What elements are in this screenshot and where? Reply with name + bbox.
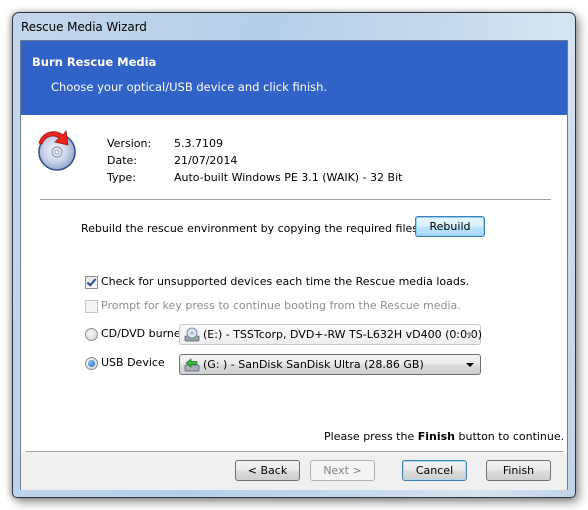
rebuild-button[interactable]: Rebuild xyxy=(415,216,485,237)
chevron-down-icon xyxy=(466,363,474,367)
finish-hint-suffix: button to continue. xyxy=(455,430,565,443)
rebuild-description: Rebuild the rescue environment by copyin… xyxy=(81,222,419,235)
back-button[interactable]: < Back xyxy=(235,460,300,481)
usb-device-select[interactable]: (G: ) - SanDisk SanDisk Ultra (28.86 GB) xyxy=(179,354,481,375)
cd-dvd-device-value: (E:) - TSSTcorp, DVD+-RW TS-L632H vD400 … xyxy=(203,328,483,341)
finish-hint-bold: Finish xyxy=(417,430,455,443)
info-row-type: Type: Auto-built Windows PE 3.1 (WAIK) -… xyxy=(107,171,437,188)
chevron-down-icon xyxy=(466,333,474,337)
optical-drive-icon xyxy=(184,327,200,342)
page-title: Burn Rescue Media xyxy=(32,55,157,69)
next-button: Next > xyxy=(310,460,375,481)
wizard-client-area: Burn Rescue Media Choose your optical/US… xyxy=(20,40,568,490)
check-unsupported-label[interactable]: Check for unsupported devices each time … xyxy=(101,275,469,288)
type-value: Auto-built Windows PE 3.1 (WAIK) - 32 Bi… xyxy=(174,171,403,184)
usb-drive-icon xyxy=(184,358,200,372)
footer-divider xyxy=(26,451,563,452)
cd-dvd-radio[interactable] xyxy=(85,328,98,341)
version-info: Version: 5.3.7109 Date: 21/07/2014 Type:… xyxy=(107,137,437,188)
cancel-button[interactable]: Cancel xyxy=(402,460,467,481)
version-label: Version: xyxy=(107,137,152,150)
title-bar[interactable]: Rescue Media Wizard xyxy=(13,13,575,41)
info-row-date: Date: 21/07/2014 xyxy=(107,154,437,171)
finish-hint-prefix: Please press the xyxy=(324,430,418,443)
prompt-key-label: Prompt for key press to continue booting… xyxy=(101,299,461,312)
disc-refresh-icon xyxy=(38,129,76,171)
wizard-window: Rescue Media Wizard Burn Rescue Media Ch… xyxy=(12,12,576,498)
usb-device-label[interactable]: USB Device xyxy=(101,356,165,369)
prompt-key-checkbox xyxy=(85,300,98,313)
version-value: 5.3.7109 xyxy=(174,137,223,150)
info-divider xyxy=(40,199,551,200)
date-label: Date: xyxy=(107,154,137,167)
finish-button[interactable]: Finish xyxy=(486,460,551,481)
info-row-version: Version: 5.3.7109 xyxy=(107,137,437,154)
page-subtitle: Choose your optical/USB device and click… xyxy=(51,80,328,94)
type-label: Type: xyxy=(107,171,136,184)
window-title: Rescue Media Wizard xyxy=(21,20,147,34)
usb-device-value: (G: ) - SanDisk SanDisk Ultra (28.86 GB) xyxy=(203,358,424,371)
finish-hint: Please press the Finish button to contin… xyxy=(324,430,564,443)
cd-dvd-device-select: (E:) - TSSTcorp, DVD+-RW TS-L632H vD400 … xyxy=(179,324,483,345)
cd-dvd-label[interactable]: CD/DVD burner xyxy=(101,327,185,340)
date-value: 21/07/2014 xyxy=(174,154,238,167)
usb-device-radio[interactable] xyxy=(85,357,98,370)
header-banner: Burn Rescue Media Choose your optical/US… xyxy=(21,41,567,115)
check-unsupported-checkbox[interactable] xyxy=(85,276,98,289)
